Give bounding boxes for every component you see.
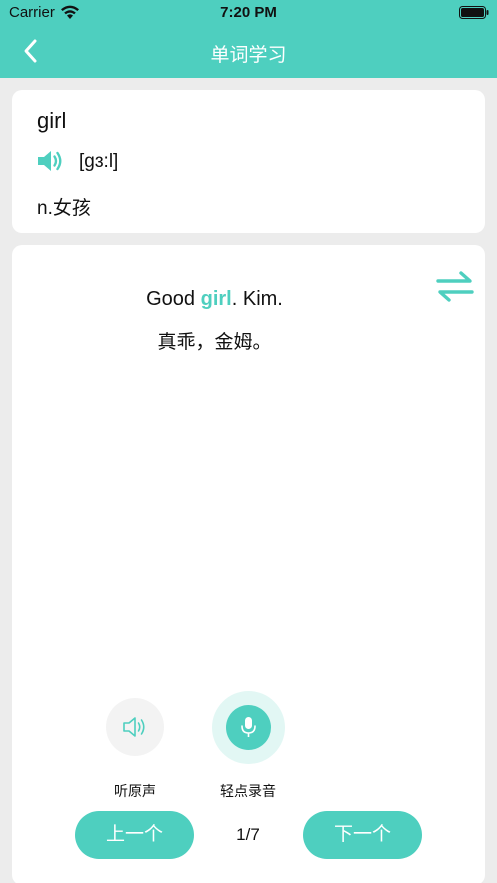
example-sentence-en: Good girl. Kim. — [12, 288, 417, 311]
word-text: girl — [37, 108, 67, 133]
record-label: 轻点录音 — [220, 783, 276, 799]
sentence-prefix: Good — [146, 288, 201, 310]
page-title: 单词学习 — [210, 45, 287, 66]
example-sentence-cn: 真乖，金姆。 — [157, 332, 272, 353]
nav-header: Carrier 7:20 PM 单词学习 — [0, 0, 497, 78]
swap-arrows-icon[interactable] — [435, 267, 475, 307]
phonetic-text: [gɜ:l] — [79, 151, 119, 172]
status-time: 7:20 PM — [220, 4, 277, 21]
word-card: girl [gɜ:l] n.女孩 — [12, 90, 485, 233]
sentence-suffix: . Kim. — [231, 288, 283, 310]
play-original-button[interactable] — [106, 698, 164, 756]
page-counter: 1/7 — [236, 825, 260, 844]
meaning-text: n.女孩 — [37, 198, 91, 219]
sentence-highlight-word: girl — [200, 288, 232, 310]
play-original-label: 听原声 — [114, 783, 156, 799]
previous-button[interactable]: 上一个 — [75, 811, 194, 859]
record-button-inner[interactable] — [226, 705, 271, 750]
speaker-icon[interactable] — [36, 147, 64, 175]
sentence-card: Good girl. Kim. 真乖，金姆。 听原声 轻点录音 上一个 1/7 … — [12, 245, 485, 883]
battery-icon — [459, 6, 489, 19]
status-bar: Carrier 7:20 PM — [0, 0, 497, 26]
next-button[interactable]: 下一个 — [303, 811, 422, 859]
record-button[interactable] — [212, 691, 285, 764]
speaker-outline-icon — [123, 717, 145, 737]
microphone-icon — [241, 717, 256, 737]
